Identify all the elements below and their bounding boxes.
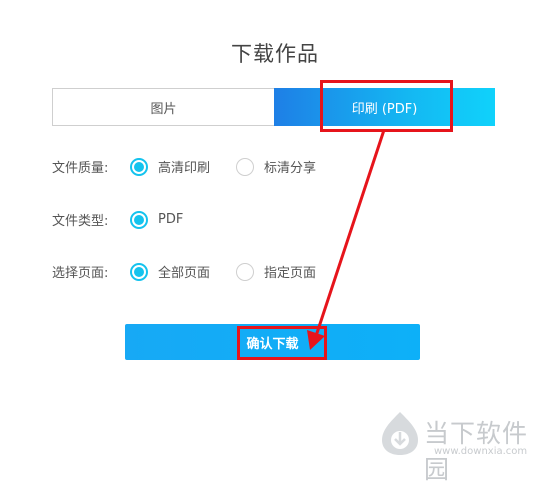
quality-label: 文件质量: xyxy=(52,161,109,176)
radio-unchecked-icon[interactable] xyxy=(236,262,255,281)
quality-row: 文件质量: 高清印刷 标清分享 xyxy=(52,157,338,176)
pages-option-all[interactable]: 全部页面 xyxy=(130,262,210,281)
filetype-row: 文件类型: PDF xyxy=(52,210,205,229)
filetype-option-pdf[interactable]: PDF xyxy=(130,210,184,229)
downxia-logo-icon xyxy=(382,412,418,455)
format-tabs: 图片 印刷 (PDF) xyxy=(52,88,495,126)
pages-option-all-label: 全部页面 xyxy=(158,266,211,281)
pages-option-custom-label: 指定页面 xyxy=(264,266,317,281)
radio-checked-icon[interactable] xyxy=(130,262,148,281)
radio-checked-icon[interactable] xyxy=(130,210,148,229)
tab-image[interactable]: 图片 xyxy=(52,88,274,126)
tab-print-pdf[interactable]: 印刷 (PDF) xyxy=(274,88,495,126)
radio-checked-icon[interactable] xyxy=(130,157,148,176)
confirm-download-button[interactable]: 确认下载 xyxy=(125,324,420,360)
filetype-label: 文件类型: xyxy=(52,214,109,229)
filetype-option-pdf-label: PDF xyxy=(158,212,184,227)
quality-option-sd[interactable]: 标清分享 xyxy=(236,157,316,176)
quality-option-hd-label: 高清印刷 xyxy=(158,161,211,176)
quality-option-hd[interactable]: 高清印刷 xyxy=(130,157,210,176)
pages-label: 选择页面: xyxy=(52,266,109,281)
pages-option-custom[interactable]: 指定页面 xyxy=(236,262,316,281)
watermark-url: www.downxia.com xyxy=(434,446,528,457)
watermark: 当下软件园 www.downxia.com xyxy=(380,402,550,484)
pages-row: 选择页面: 全部页面 指定页面 xyxy=(52,262,338,281)
quality-option-sd-label: 标清分享 xyxy=(264,161,317,176)
radio-unchecked-icon[interactable] xyxy=(236,157,255,176)
dialog-title: 下载作品 xyxy=(231,42,319,66)
